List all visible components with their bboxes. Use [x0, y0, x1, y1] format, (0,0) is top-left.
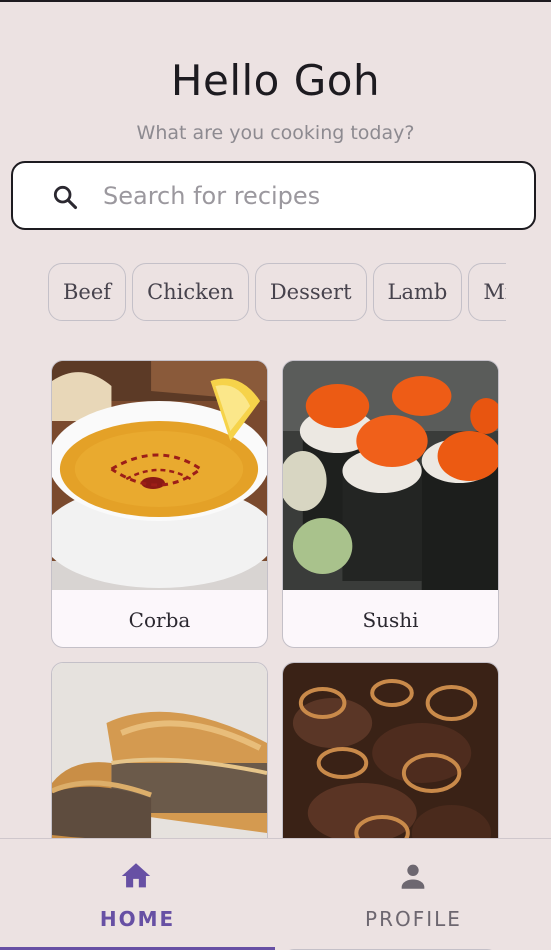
greeting-title: Hello Goh	[170, 56, 381, 105]
category-chips[interactable]: Beef Chicken Dessert Lamb Miscellaneous	[48, 263, 506, 323]
recipe-name: Corba	[128, 607, 191, 632]
recipe-image-corba	[52, 361, 267, 590]
recipe-card-corba[interactable]: Corba	[51, 360, 268, 648]
person-icon	[396, 859, 430, 893]
chip-dessert[interactable]: Dessert	[254, 263, 367, 321]
nav-home-label: HOME	[99, 907, 176, 931]
nav-profile-label: PROFILE	[365, 907, 462, 931]
recipe-card-sushi[interactable]: Sushi	[282, 360, 499, 648]
chip-beef[interactable]: Beef	[48, 263, 127, 321]
recipe-image-sushi	[283, 361, 498, 590]
search-input[interactable]	[103, 175, 503, 217]
greeting-subtitle: What are you cooking today?	[136, 122, 415, 144]
recipe-name: Sushi	[362, 607, 419, 632]
bottom-navigation: HOME PROFILE	[0, 838, 551, 950]
chip-miscellaneous[interactable]: Miscellaneous	[468, 263, 506, 321]
nav-home[interactable]: HOME	[0, 839, 275, 950]
chip-lamb[interactable]: Lamb	[372, 263, 463, 321]
home-icon	[119, 859, 153, 893]
nav-profile[interactable]: PROFILE	[276, 839, 551, 950]
chip-chicken[interactable]: Chicken	[132, 263, 249, 321]
search-bar[interactable]	[11, 161, 536, 230]
search-icon[interactable]	[51, 183, 79, 211]
